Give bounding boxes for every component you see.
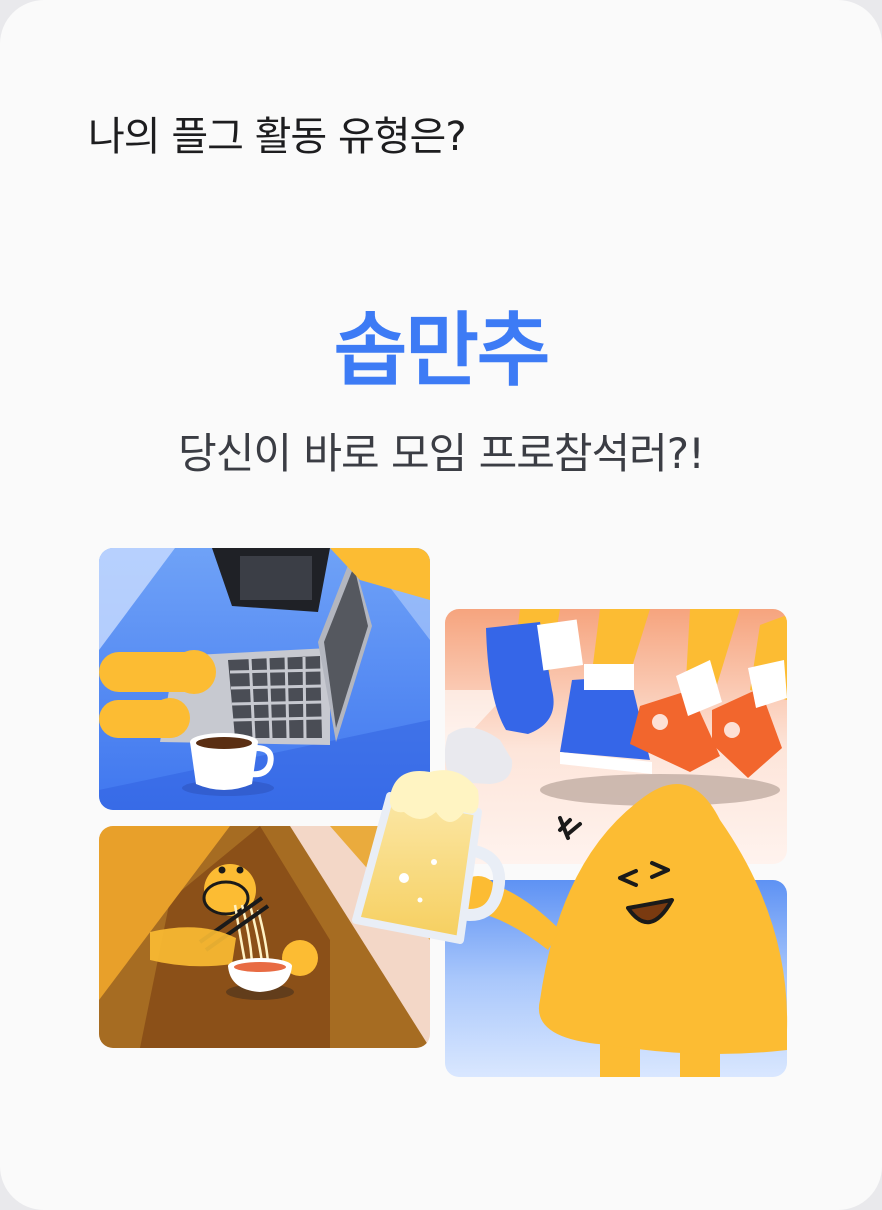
result-card: 나의 플그 활동 유형은? 솝만추 당신이 바로 모임 프로참석러?! — [0, 0, 882, 1210]
laptop-scene-panel — [99, 548, 430, 810]
result-illustration — [99, 548, 788, 1077]
